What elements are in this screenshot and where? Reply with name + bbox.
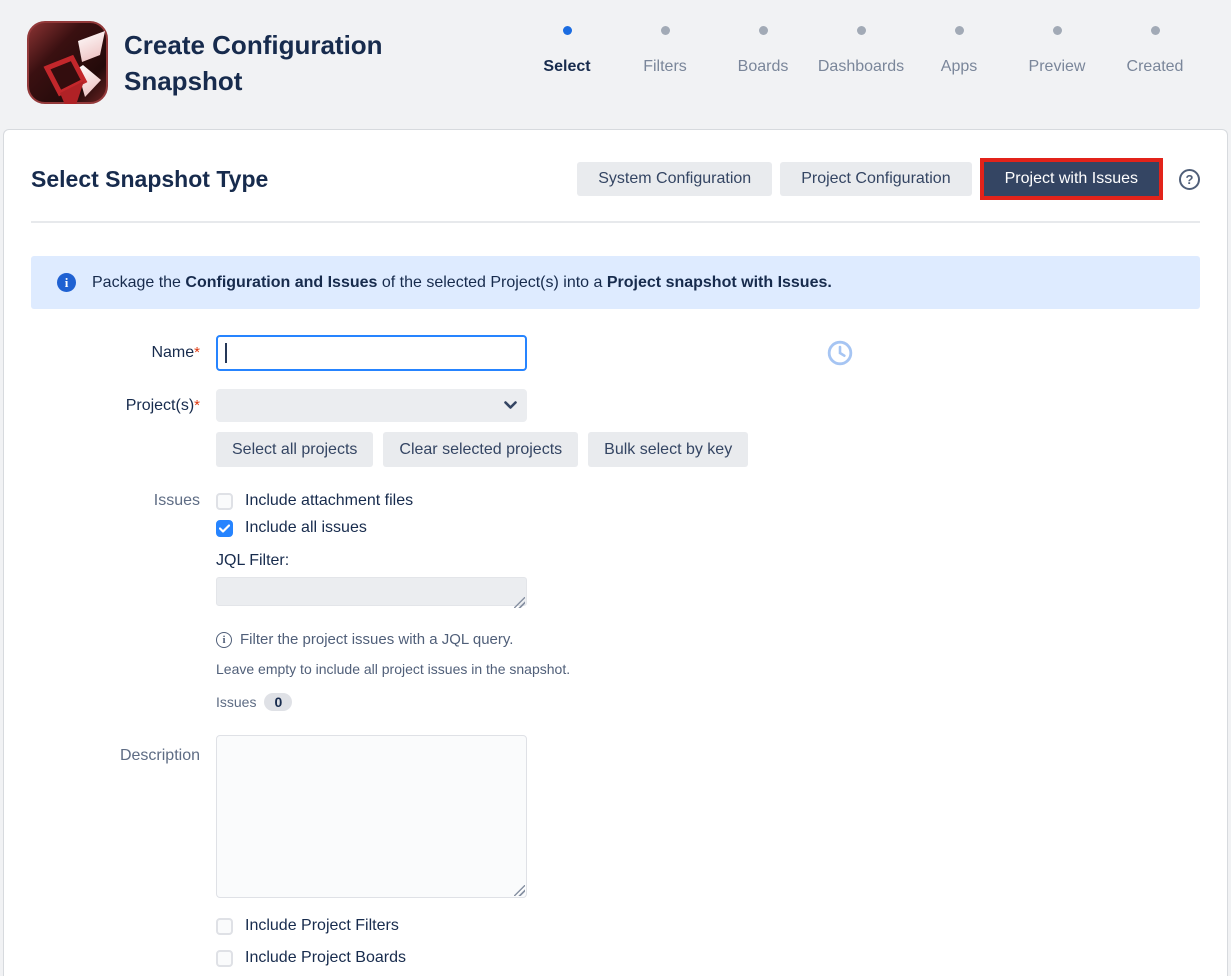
jql-help-primary: i Filter the project issues with a JQL q… [216,631,1200,648]
name-input-wrap [216,335,527,371]
step-dot [759,26,768,35]
section-divider [31,221,1200,223]
checkbox-checked[interactable] [216,520,233,537]
app-logo-icon [27,21,108,104]
name-field-row: Name* [31,335,1200,371]
description-textarea[interactable] [216,735,527,898]
clock-history-icon[interactable] [827,340,853,366]
snapshot-type-button-group: System Configuration Project Configurati… [577,158,1200,200]
include-attachment-files-checkbox[interactable]: Include attachment files [216,492,413,510]
red-annotation-highlight: Project with Issues [980,158,1163,200]
projects-select[interactable] [216,389,527,422]
info-icon: i [57,273,76,292]
text-caret [225,343,227,363]
jql-filter-textarea[interactable] [216,577,527,606]
wizard-stepper: Select Filters Boards Dashboards Apps Pr… [527,21,1195,79]
required-asterisk: * [194,397,200,414]
step-dot [955,26,964,35]
type-button-project-with-issues[interactable]: Project with Issues [984,162,1159,196]
projects-field-row: Project(s)* [31,389,1200,422]
step-filters[interactable]: Filters [625,26,705,79]
description-field-row: Description [31,735,1200,903]
issues-count-line: Issues 0 [216,693,1200,711]
bulk-select-by-key-button[interactable]: Bulk select by key [588,432,748,467]
section-heading: Select Snapshot Type [31,166,268,193]
step-created[interactable]: Created [1115,26,1195,79]
step-dot [1053,26,1062,35]
required-asterisk: * [194,344,200,361]
include-project-filters-checkbox[interactable]: Include Project Filters [216,917,1200,935]
step-boards[interactable]: Boards [723,26,803,79]
step-apps[interactable]: Apps [919,26,999,79]
jql-filter-label: JQL Filter: [216,552,1200,570]
jql-filter-block: JQL Filter: i Filter the project issues … [216,552,1200,711]
app-header: Create Configuration Snapshot Select Fil… [0,0,1231,129]
include-project-boards-checkbox[interactable]: Include Project Boards [216,949,1200,967]
include-all-issues-checkbox[interactable]: Include all issues [216,519,413,537]
page-title: Create Configuration Snapshot [124,27,424,99]
checkbox-unchecked[interactable] [216,493,233,510]
info-banner: i Package the Configuration and Issues o… [31,256,1200,309]
step-dot-active [563,26,572,35]
step-dot [661,26,670,35]
type-button-system-configuration[interactable]: System Configuration [577,162,772,196]
extra-checkboxes: Include Project Filters Include Project … [216,917,1200,967]
name-label: Name* [31,344,200,362]
checkbox-unchecked[interactable] [216,918,233,935]
info-banner-text: Package the Configuration and Issues of … [92,274,832,292]
step-dot [857,26,866,35]
step-dashboards[interactable]: Dashboards [821,26,901,79]
step-preview[interactable]: Preview [1017,26,1097,79]
jql-textarea-wrap [216,577,527,611]
content-card: Select Snapshot Type System Configuratio… [3,129,1228,976]
description-label: Description [31,735,200,765]
checkbox-unchecked[interactable] [216,950,233,967]
issues-checkbox-stack: Include attachment files Include all iss… [216,492,413,537]
help-icon[interactable]: ? [1179,169,1200,190]
select-all-projects-button[interactable]: Select all projects [216,432,373,467]
issues-count-badge: 0 [264,693,292,711]
jql-help-secondary: Leave empty to include all project issue… [216,661,1200,677]
issues-field-row: Issues Include attachment files Include … [31,492,1200,537]
snapshot-type-row: Select Snapshot Type System Configuratio… [31,158,1200,200]
description-textarea-wrap [216,735,527,903]
chevron-down-icon [504,401,517,410]
project-buttons-row: Select all projects Clear selected proje… [216,432,1200,467]
step-dot [1151,26,1160,35]
info-outline-icon: i [216,632,232,648]
name-input[interactable] [216,335,527,371]
issues-label: Issues [31,492,200,510]
type-button-project-configuration[interactable]: Project Configuration [780,162,971,196]
step-select[interactable]: Select [527,26,607,79]
issues-count-label: Issues [216,694,256,710]
clear-selected-projects-button[interactable]: Clear selected projects [383,432,578,467]
projects-label: Project(s)* [31,397,200,415]
checkmark-icon [219,524,230,533]
